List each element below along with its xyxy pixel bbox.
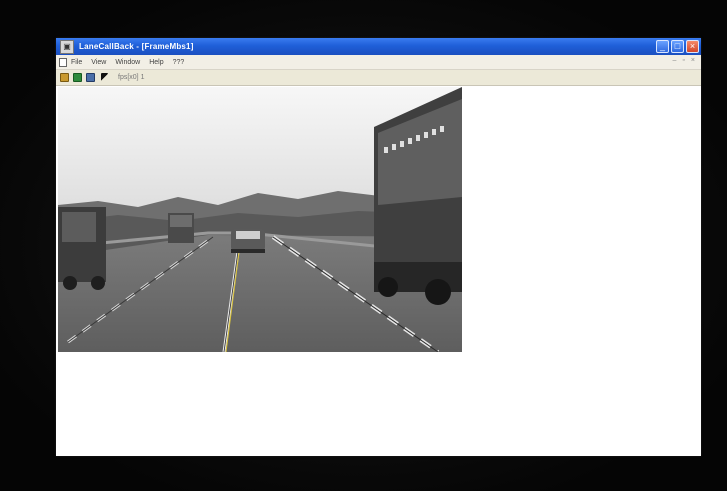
menu-window[interactable]: Window [115,59,140,66]
mdi-close-icon[interactable]: × [691,57,695,64]
app-window: ▣ LaneCallBack - [FrameMbs1] _ □ × File … [56,38,701,456]
mdi-minimize-icon[interactable]: – [673,57,677,64]
client-area [56,86,701,456]
cursor-icon[interactable] [101,73,108,82]
open-folder-icon[interactable] [60,73,69,82]
menu-help[interactable]: Help [149,59,163,66]
toolbar: fps[x0] 1 [56,70,701,86]
close-icon[interactable]: × [686,40,699,53]
road-scene-image [58,87,462,352]
window-title: LaneCallBack - [FrameMbs1] [79,42,194,51]
menu-file[interactable]: File [71,59,82,66]
save-icon[interactable] [73,73,82,82]
menu-bar: File View Window Help ??? – ▫ × [56,55,701,70]
minimize-icon[interactable]: _ [656,40,669,53]
mdi-controls: – ▫ × [673,57,695,64]
menu-view[interactable]: View [91,59,106,66]
maximize-icon[interactable]: □ [671,40,684,53]
title-bar[interactable]: ▣ LaneCallBack - [FrameMbs1] _ □ × [56,38,701,55]
video-frame [58,87,462,352]
window-controls: _ □ × [656,40,699,53]
video-icon[interactable] [86,73,95,82]
status-readout: fps[x0] 1 [118,74,145,81]
document-icon[interactable] [59,57,67,67]
menu-extra[interactable]: ??? [173,59,185,66]
app-icon[interactable]: ▣ [60,39,74,54]
mdi-restore-icon[interactable]: ▫ [682,57,684,64]
